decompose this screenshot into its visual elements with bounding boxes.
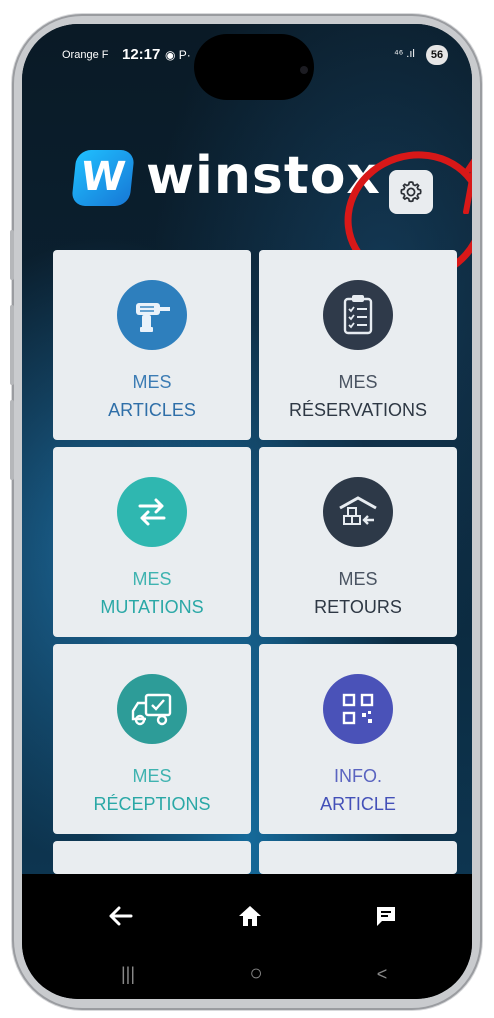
truck-check-icon: [117, 674, 187, 744]
signal-icon: ⁴⁶ .ıl: [394, 48, 415, 60]
tile-line2: ARTICLES: [108, 400, 196, 420]
tile-partial-left[interactable]: [53, 841, 251, 874]
tile-line1: MES: [132, 372, 172, 392]
system-back-button[interactable]: <: [362, 964, 402, 988]
chat-button[interactable]: [366, 896, 406, 936]
recents-button[interactable]: |||: [108, 964, 148, 988]
bottom-nav-bar: ||| ○ <: [22, 874, 472, 999]
red-annotation-arrow: [463, 158, 472, 214]
qr-code-icon: [323, 674, 393, 744]
tile-line1: INFO.: [334, 766, 382, 786]
camera-icon: [300, 66, 308, 74]
warehouse-return-icon: [323, 477, 393, 547]
tile-line1: MES: [338, 372, 378, 392]
carrier-label: Orange F: [62, 49, 109, 61]
tile-line1: MES: [132, 766, 172, 786]
logo-letter: W: [78, 154, 128, 200]
tile-line2: RÉSERVATIONS: [288, 400, 428, 420]
tile-line1: MES: [132, 569, 172, 589]
clipboard-icon: [323, 280, 393, 350]
tile-line2: MUTATIONS: [100, 597, 204, 617]
battery-icon: 56: [426, 45, 448, 65]
volume-down-button: [10, 400, 14, 480]
status-icons: ◉ P·: [165, 48, 191, 62]
tile-line2: RÉCEPTIONS: [93, 794, 211, 814]
camera-notch: [194, 34, 314, 100]
phone-screen: Orange F 12:17 ◉ P· ⁴⁶ .ıl 56 W winstox: [22, 24, 472, 999]
home-icon: [239, 906, 261, 926]
side-button: [10, 230, 14, 280]
back-button[interactable]: [100, 896, 140, 936]
tile-mes-reservations[interactable]: MES RÉSERVATIONS: [259, 250, 457, 440]
system-home-button[interactable]: ○: [236, 960, 276, 985]
winstox-logo-icon: W: [71, 150, 135, 206]
clock: 12:17: [122, 46, 161, 63]
tile-mes-retours[interactable]: MES RETOURS: [259, 447, 457, 637]
arrow-left-icon: [109, 906, 133, 926]
tile-mes-mutations[interactable]: MES MUTATIONS: [53, 447, 251, 637]
tile-partial-right[interactable]: [259, 841, 457, 874]
brand-name: winstox: [146, 146, 381, 206]
tile-mes-articles[interactable]: MES ARTICLES: [53, 250, 251, 440]
tile-line2: RETOURS: [314, 597, 402, 617]
chat-icon: [377, 907, 395, 926]
tile-line1: MES: [338, 569, 378, 589]
swap-arrows-icon: [117, 477, 187, 547]
drill-icon: [117, 280, 187, 350]
volume-up-button: [10, 305, 14, 385]
tile-mes-receptions[interactable]: MES RÉCEPTIONS: [53, 644, 251, 834]
home-button[interactable]: [230, 896, 270, 936]
tile-info-article[interactable]: INFO. ARTICLE: [259, 644, 457, 834]
tile-line2: ARTICLE: [320, 794, 396, 814]
